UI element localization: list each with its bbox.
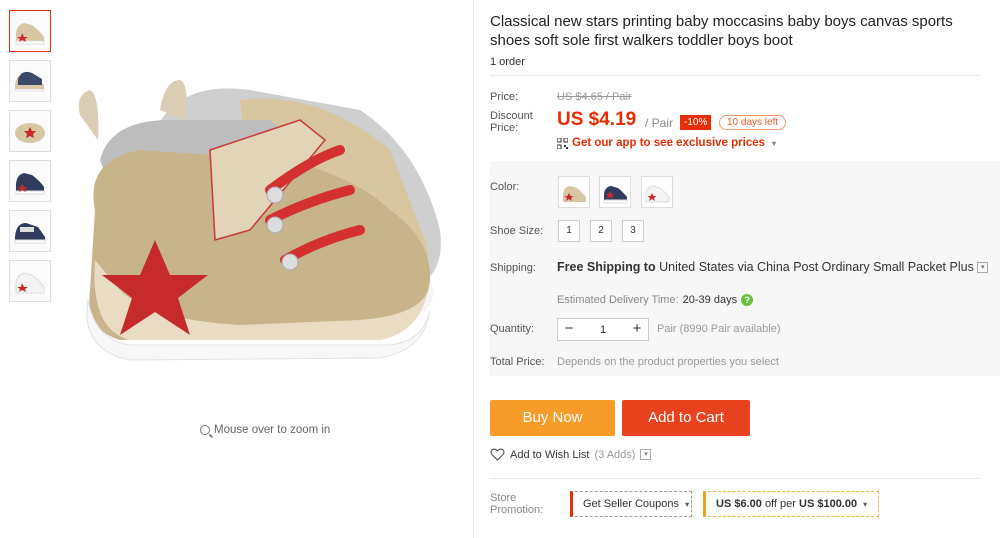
main-product-image[interactable]	[60, 40, 460, 400]
thumbnail-white-front[interactable]	[9, 260, 51, 302]
magnifier-icon	[200, 425, 210, 435]
thumbnail-pair-side[interactable]	[9, 60, 51, 102]
help-icon[interactable]: ?	[741, 294, 754, 306]
discount-badge: -10%	[680, 115, 712, 130]
discount-price-label: Discount Price:	[490, 110, 533, 134]
size-option-1[interactable]: 1	[558, 220, 580, 242]
thumbnail-navy-side[interactable]	[9, 210, 51, 252]
divider	[490, 75, 980, 76]
quantity-stepper: − 1 +	[557, 318, 649, 341]
chevron-down-icon[interactable]: ▾	[640, 449, 652, 460]
thumbnail-beige-front[interactable]	[9, 10, 51, 52]
order-count: 1 order	[490, 56, 525, 68]
chevron-down-icon[interactable]: ▾	[977, 262, 989, 274]
original-price: US $4.65 / Pair	[557, 91, 632, 103]
add-to-wish-list[interactable]: Add to Wish List (3 Adds) ▾	[490, 448, 652, 461]
product-title: Classical new stars printing baby moccas…	[490, 13, 953, 49]
color-label: Color:	[490, 181, 520, 193]
total-price-label: Total Price:	[490, 356, 545, 368]
price-unit: / Pair	[645, 116, 674, 130]
size-option-2[interactable]: 2	[590, 220, 612, 242]
estimated-delivery: Estimated Delivery Time: 20-39 days ?	[557, 294, 754, 306]
color-option-navy[interactable]	[599, 176, 631, 208]
chevron-down-icon: ▾	[772, 138, 777, 148]
thumbnail-navy-front[interactable]	[9, 160, 51, 202]
shipping-label: Shipping:	[490, 262, 536, 274]
quantity-input[interactable]: 1	[580, 324, 626, 336]
buy-now-button[interactable]: Buy Now	[490, 400, 615, 436]
thumbnail-beige-top[interactable]	[9, 110, 51, 152]
product-details: Classical new stars printing baby moccas…	[490, 0, 1000, 538]
increase-quantity-button[interactable]: +	[626, 319, 648, 340]
chevron-down-icon: ▾	[685, 500, 690, 509]
divider	[490, 478, 980, 479]
seller-coupons-dropdown[interactable]: Get Seller Coupons ▾	[570, 491, 692, 517]
color-option-white[interactable]	[641, 176, 673, 208]
store-offer-dropdown[interactable]: US $6.00 off per US $100.00 ▾	[703, 491, 879, 517]
chevron-down-icon: ▾	[863, 500, 868, 509]
heart-icon	[490, 448, 505, 461]
shoe-size-label: Shoe Size:	[490, 225, 544, 237]
thumbnail-list	[9, 10, 53, 310]
quantity-available: Pair (8990 Pair available)	[657, 323, 781, 335]
decrease-quantity-button[interactable]: −	[558, 319, 580, 340]
price-label: Price:	[490, 91, 519, 103]
color-option-beige[interactable]	[558, 176, 590, 208]
discount-price: US $4.19	[557, 109, 637, 130]
quantity-label: Quantity:	[490, 323, 535, 335]
app-price-link[interactable]: Get our app to see exclusive prices ▾	[557, 137, 776, 149]
add-to-cart-button[interactable]: Add to Cart	[622, 400, 750, 436]
shipping-method[interactable]: Free Shipping to United States via China…	[557, 260, 997, 275]
zoom-hint: Mouse over to zoom in	[200, 424, 330, 436]
store-promotion-label: Store Promotion:	[490, 492, 544, 516]
total-price-desc: Depends on the product properties you se…	[557, 356, 779, 368]
size-option-3[interactable]: 3	[622, 220, 644, 242]
product-gallery: Mouse over to zoom in	[0, 0, 474, 538]
qr-code-icon	[557, 137, 568, 149]
days-left-badge: 10 days left	[719, 115, 787, 130]
